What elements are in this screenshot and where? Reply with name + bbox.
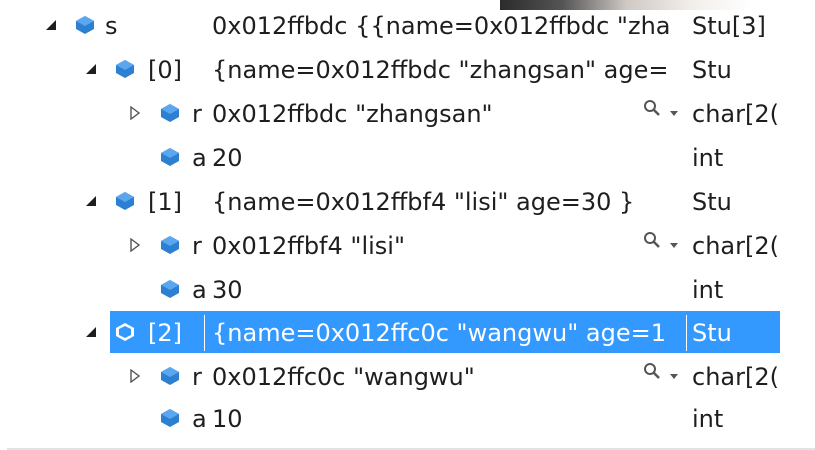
watch-value[interactable]: 0x012ffc0c "wangwu" [212,355,632,399]
member-cube-icon [160,408,180,428]
watch-type: int [692,276,724,304]
watch-type: Stu[3] [692,12,766,40]
magnifier-dropdown-icon[interactable] [640,355,686,399]
watch-window: s 0x012ffbdc {{name=0x012ffbdc "zha Stu[… [0,0,815,450]
watch-row-2-age[interactable]: a 10 int [0,397,815,441]
watch-name: a [192,276,206,304]
watch-value[interactable]: 10 [212,397,684,441]
watch-name: a [192,144,206,172]
watch-value[interactable]: {name=0x012ffbdc "zhangsan" age= [212,48,684,92]
member-cube-icon [75,15,95,35]
watch-type: int [692,405,724,433]
watch-value[interactable]: {name=0x012ffc0c "wangwu" age=1 [212,311,684,355]
watch-value[interactable]: 30 [212,268,684,312]
watch-name: [0] [148,56,182,84]
expanded-arrow-icon[interactable] [80,311,102,355]
magnifier-dropdown-icon[interactable] [640,92,686,136]
watch-name: a [192,405,206,433]
member-cube-icon [160,235,180,255]
collapsed-arrow-icon[interactable] [124,355,146,399]
watch-row-0-name[interactable]: r 0x012ffbdc "zhangsan" char[2( [0,92,815,136]
member-cube-icon [160,147,180,167]
watch-type: Stu [692,56,732,84]
watch-type: char[2( [692,100,779,128]
watch-type: int [692,144,724,172]
expanded-arrow-icon[interactable] [80,48,102,92]
watch-type: Stu [692,188,732,216]
member-cube-icon [115,59,135,79]
watch-row-2[interactable]: [2] {name=0x012ffc0c "wangwu" age=1 Stu [0,311,815,355]
watch-row-0[interactable]: [0] {name=0x012ffbdc "zhangsan" age= Stu [0,48,815,92]
magnifier-dropdown-icon[interactable] [640,224,686,268]
watch-name: s [105,12,118,40]
watch-name: [2] [148,319,182,347]
watch-type: char[2( [692,363,779,391]
watch-value[interactable]: 0x012ffbdc {{name=0x012ffbdc "zha [212,4,684,48]
watch-name: r [192,363,202,391]
member-cube-icon [115,322,135,342]
watch-type: char[2( [692,232,779,260]
member-cube-icon [160,279,180,299]
watch-value[interactable]: 20 [212,136,684,180]
watch-value[interactable]: 0x012ffbf4 "lisi" [212,224,632,268]
watch-row-0-age[interactable]: a 20 int [0,136,815,180]
watch-row-2-name[interactable]: r 0x012ffc0c "wangwu" char[2( [0,355,815,399]
column-divider [686,315,687,351]
watch-row-s[interactable]: s 0x012ffbdc {{name=0x012ffbdc "zha Stu[… [0,4,815,48]
member-cube-icon [160,103,180,123]
watch-row-1[interactable]: [1] {name=0x012ffbf4 "lisi" age=30 } Stu [0,180,815,224]
member-cube-icon [115,191,135,211]
watch-type: Stu [692,319,732,347]
expanded-arrow-icon[interactable] [40,4,62,48]
watch-value[interactable]: 0x012ffbdc "zhangsan" [212,92,632,136]
watch-value[interactable]: {name=0x012ffbf4 "lisi" age=30 } [212,180,684,224]
column-divider [204,315,205,351]
member-cube-icon [160,366,180,386]
collapsed-arrow-icon[interactable] [124,224,146,268]
watch-name: r [192,100,202,128]
watch-name: r [192,232,202,260]
watch-name: [1] [148,188,182,216]
watch-row-1-name[interactable]: r 0x012ffbf4 "lisi" char[2( [0,224,815,268]
collapsed-arrow-icon[interactable] [124,92,146,136]
watch-row-1-age[interactable]: a 30 int [0,268,815,312]
expanded-arrow-icon[interactable] [80,180,102,224]
